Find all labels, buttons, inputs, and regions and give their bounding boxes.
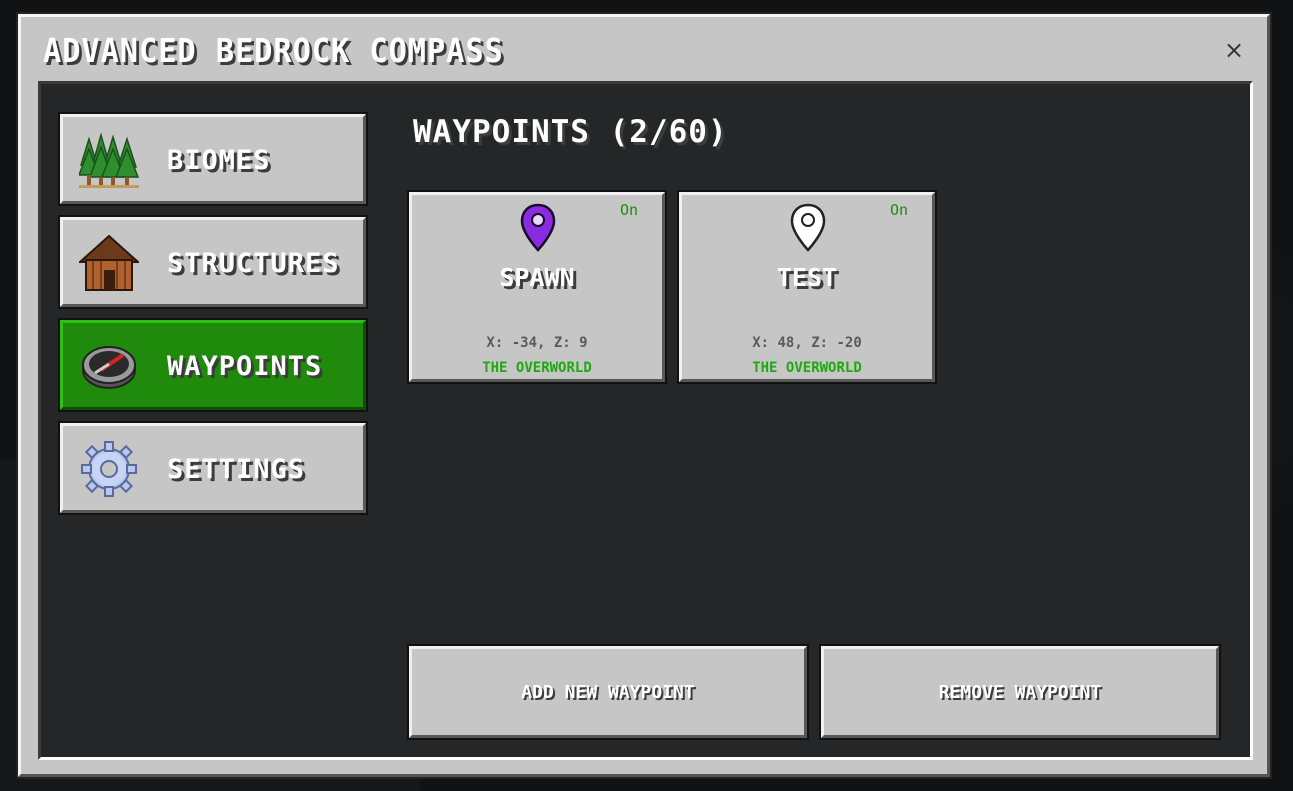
map-pin-icon — [520, 203, 556, 252]
waypoint-card-spawn[interactable]: On SPAWN X: -34, Z: 9 THE OVERWORLD — [409, 192, 665, 382]
add-waypoint-label: ADD NEW WAYPOINT — [521, 681, 695, 703]
page-title: WAYPOINTS (2/60) — [413, 114, 728, 150]
sidebar-item-label: BIOMES — [167, 145, 271, 176]
waypoint-dimension: THE OVERWORLD — [752, 360, 862, 376]
map-pin-icon — [790, 203, 826, 252]
compass-window: ADVANCED BEDROCK COMPASS × BIOMES STRUCT… — [18, 14, 1270, 777]
remove-waypoint-button[interactable]: REMOVE WAYPOINT — [821, 646, 1219, 738]
waypoint-dimension: THE OVERWORLD — [482, 360, 592, 376]
status-badge: On — [889, 201, 908, 219]
sidebar-item-label: SETTINGS — [167, 454, 306, 485]
waypoint-card-test[interactable]: On TEST X: 48, Z: -20 THE OVERWORLD — [679, 192, 935, 382]
waypoint-coords: X: -34, Z: 9 — [486, 335, 588, 351]
sidebar-item-label: WAYPOINTS — [167, 351, 323, 382]
sidebar-item-waypoints[interactable]: WAYPOINTS — [60, 320, 366, 410]
trees-icon — [79, 132, 139, 188]
waypoint-name: SPAWN — [499, 263, 575, 292]
content-panel: BIOMES STRUCTURES WAYPOINTS SETTINGS WAY… — [38, 81, 1253, 760]
sidebar-item-label: STRUCTURES — [167, 248, 340, 279]
sidebar-item-biomes[interactable]: BIOMES — [60, 114, 366, 204]
add-waypoint-button[interactable]: ADD NEW WAYPOINT — [409, 646, 807, 738]
window-title: ADVANCED BEDROCK COMPASS — [43, 31, 504, 70]
gear-icon — [81, 441, 137, 497]
house-icon — [79, 234, 139, 291]
waypoint-coords: X: 48, Z: -20 — [752, 335, 862, 351]
sidebar-item-settings[interactable]: SETTINGS — [60, 423, 366, 513]
remove-waypoint-label: REMOVE WAYPOINT — [938, 681, 1102, 703]
waypoint-name: TEST — [776, 263, 838, 292]
compass-icon — [82, 346, 136, 389]
sidebar-item-structures[interactable]: STRUCTURES — [60, 217, 366, 307]
status-badge: On — [619, 201, 638, 219]
close-icon[interactable]: × — [1223, 38, 1245, 62]
